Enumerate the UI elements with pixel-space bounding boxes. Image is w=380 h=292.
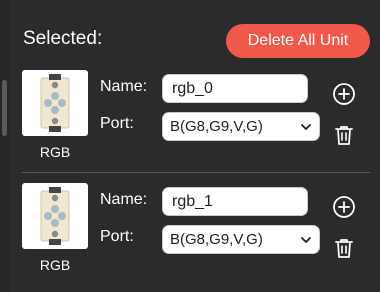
port-select-value: B(G8,G9,V,G) [170, 118, 263, 135]
delete-all-unit-button[interactable]: Delete All Unit [226, 24, 370, 58]
name-label: Name: [100, 191, 148, 208]
selected-units-panel: Selected: Delete All Unit RGB Name: Port… [0, 0, 380, 292]
port-select-value: B(G8,G9,V,G) [170, 231, 263, 248]
port-select[interactable]: B(G8,G9,V,G) [162, 225, 320, 254]
rgb-unit-thumbnail [22, 70, 88, 136]
unit-name-input[interactable] [162, 74, 308, 103]
trash-icon[interactable] [332, 123, 356, 147]
scrollbar[interactable] [0, 0, 9, 292]
unit-type-label: RGB [39, 257, 71, 273]
port-select[interactable]: B(G8,G9,V,G) [162, 112, 320, 141]
add-unit-icon[interactable] [332, 82, 356, 106]
unit-card: RGB Name: Port: B(G8,G9,V,G) [22, 70, 372, 170]
unit-type-label: RGB [39, 144, 71, 160]
unit-name-input[interactable] [162, 187, 308, 216]
port-label: Port: [100, 228, 134, 245]
port-label: Port: [100, 115, 134, 132]
selected-heading: Selected: [23, 28, 103, 49]
chevron-down-icon [301, 237, 311, 243]
add-unit-icon[interactable] [332, 195, 356, 219]
unit-divider [22, 172, 370, 173]
unit-card: RGB Name: Port: B(G8,G9,V,G) [22, 183, 372, 283]
rgb-unit-thumbnail [22, 183, 88, 249]
trash-icon[interactable] [332, 236, 356, 260]
scrollbar-thumb[interactable] [2, 80, 7, 136]
chevron-down-icon [301, 124, 311, 130]
name-label: Name: [100, 78, 148, 95]
